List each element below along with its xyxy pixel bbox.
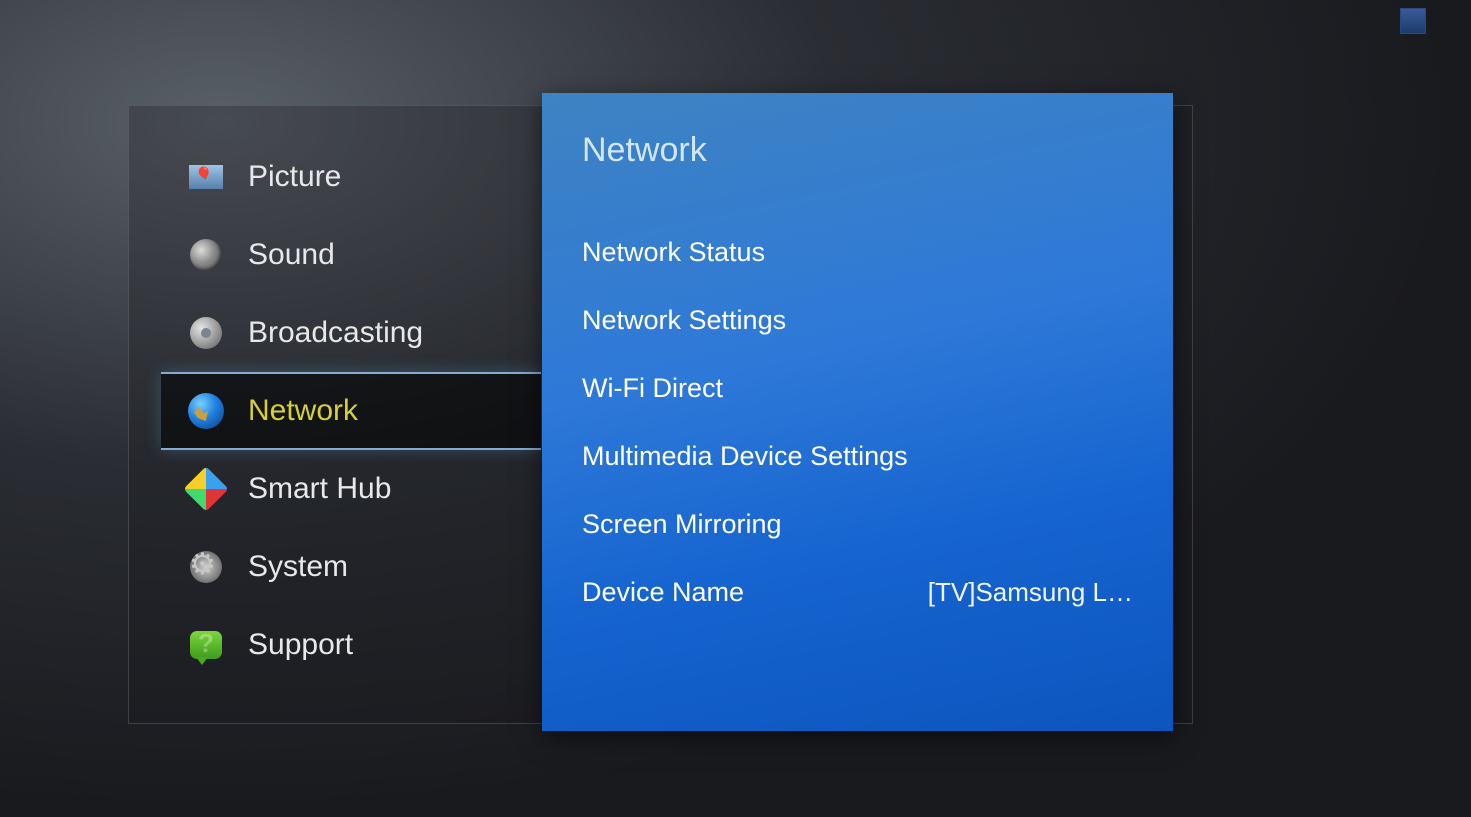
support-icon [186,627,226,663]
broadcasting-icon [186,315,226,351]
sidebar-item-picture[interactable]: Picture [161,138,541,216]
network-panel: Network Network Status Network Settings … [542,93,1173,731]
panel-item-multimedia-device-settings[interactable]: Multimedia Device Settings [582,422,1133,490]
system-icon [186,549,226,585]
sidebar-item-label: Support [248,628,353,662]
picture-icon [186,159,226,195]
sidebar-item-system[interactable]: System [161,528,541,606]
panel-item-screen-mirroring[interactable]: Screen Mirroring [582,490,1133,558]
panel-item-network-settings[interactable]: Network Settings [582,286,1133,354]
panel-item-label: Screen Mirroring [582,509,782,540]
smarthub-icon [186,471,226,507]
sidebar-item-smarthub[interactable]: Smart Hub [161,450,541,528]
sidebar: Picture Sound Broadcasting Network Smart… [161,138,541,684]
panel-item-label: Network Settings [582,305,786,336]
panel-item-label: Device Name [582,577,744,608]
panel-item-label: Multimedia Device Settings [582,441,908,472]
panel-item-wifi-direct[interactable]: Wi-Fi Direct [582,354,1133,422]
sound-icon [186,237,226,273]
sidebar-item-label: Network [248,394,358,428]
panel-item-network-status[interactable]: Network Status [582,218,1133,286]
sidebar-item-label: Sound [248,238,335,272]
sidebar-item-label: Smart Hub [248,472,391,506]
panel-item-value: [TV]Samsung L… [928,577,1133,608]
corner-logo [1400,8,1426,34]
sidebar-item-label: Broadcasting [248,316,423,350]
settings-menu: Picture Sound Broadcasting Network Smart… [128,105,1193,724]
sidebar-item-label: System [248,550,348,584]
sidebar-item-network[interactable]: Network [161,372,541,450]
panel-title: Network [582,131,1133,170]
sidebar-item-label: Picture [248,160,341,194]
sidebar-item-sound[interactable]: Sound [161,216,541,294]
sidebar-item-support[interactable]: Support [161,606,541,684]
panel-item-device-name[interactable]: Device Name [TV]Samsung L… [582,558,1133,626]
panel-item-label: Network Status [582,237,765,268]
sidebar-item-broadcasting[interactable]: Broadcasting [161,294,541,372]
panel-item-label: Wi-Fi Direct [582,373,723,404]
network-icon [186,393,226,429]
